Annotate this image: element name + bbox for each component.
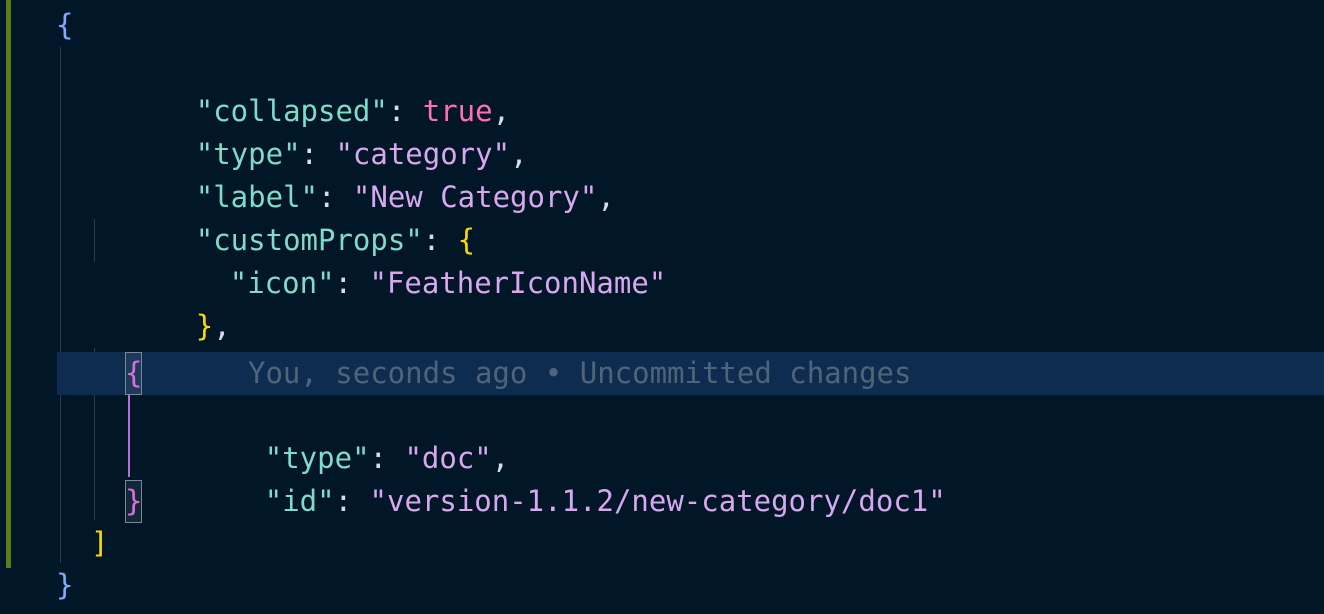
current-line-highlight[interactable]: { You, seconds ago • Uncommitted changes [57,352,1324,395]
code-line[interactable]: "id": "version-1.1.2/new-category/doc1" [0,437,1324,518]
code-line[interactable]: }, [0,262,1324,343]
code-line[interactable]: "collapsed": true, [0,47,1324,128]
code-line[interactable]: "customProps": { [0,176,1324,257]
close-brace: } [56,568,74,602]
code-line[interactable]: "items": [ [0,305,1324,386]
code-line[interactable]: "label": "New Category", [0,133,1324,214]
code-line[interactable]: "type": "doc", [0,394,1324,475]
matched-open-brace: { [125,352,143,395]
code-line[interactable]: "type": "category", [0,90,1324,171]
matched-close-brace: } [125,480,143,523]
code-editor[interactable]: { "collapsed": true, "type": "category",… [0,0,1324,614]
code-line[interactable]: "icon": "FeatherIconName" [0,219,1324,300]
open-brace: { [56,8,74,42]
code-line[interactable]: ] [0,522,1324,565]
close-bracket: ] [91,526,109,560]
git-blame-annotation: You, seconds ago • Uncommitted changes [248,356,912,390]
code-line[interactable]: { [0,4,1324,47]
code-line[interactable]: } [0,564,1324,607]
code-line[interactable]: } [0,480,1324,523]
